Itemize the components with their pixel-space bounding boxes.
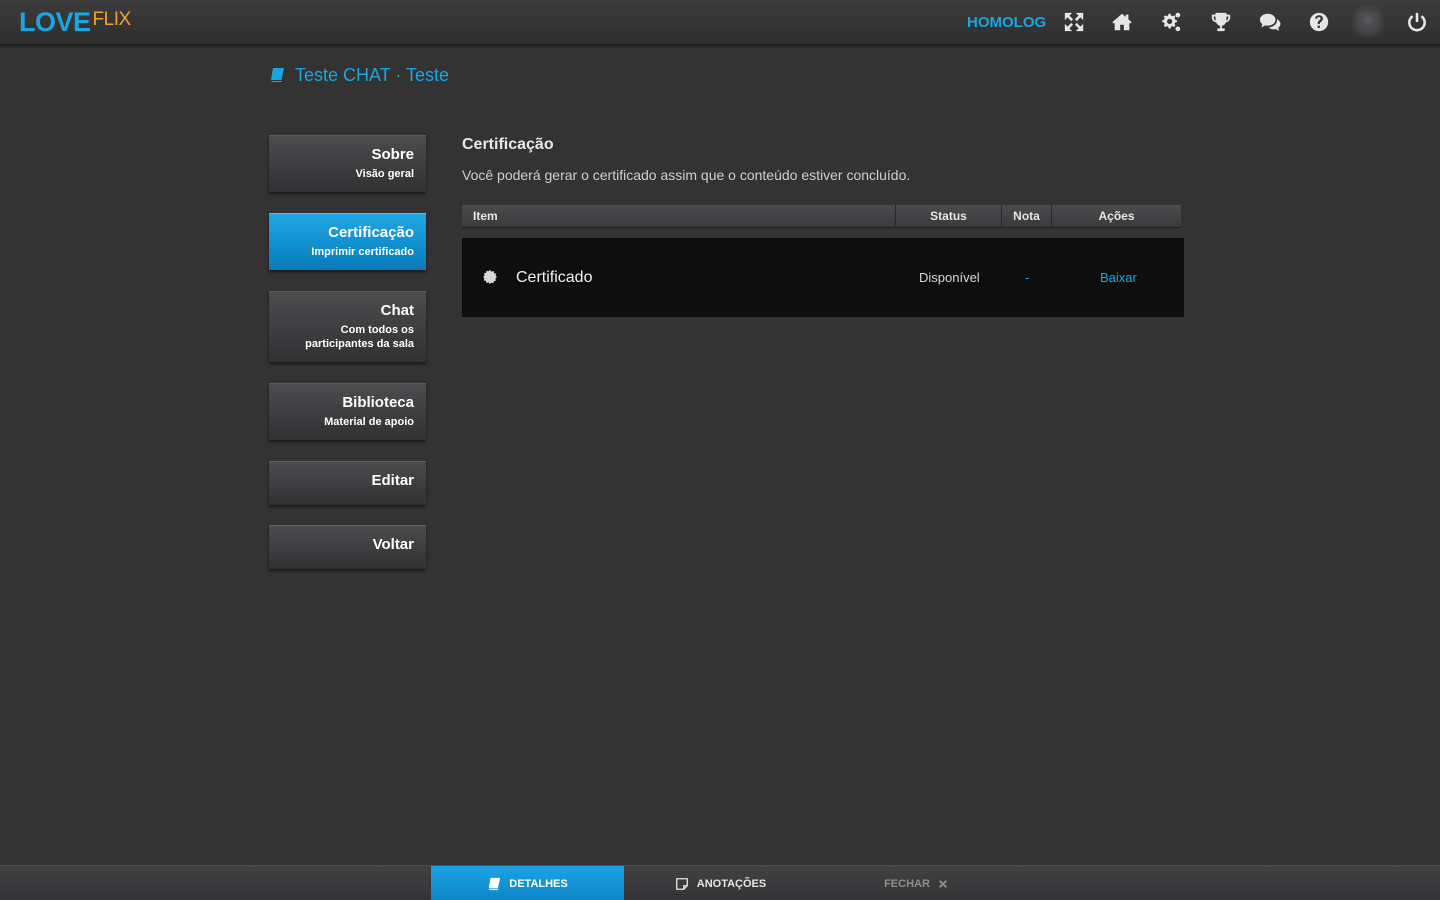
sidebar-item-title: Editar [371, 472, 414, 489]
close-icon [938, 879, 947, 888]
download-link[interactable]: Baixar [1100, 238, 1137, 317]
book-icon [488, 877, 501, 890]
sidebar-item-subtitle: Imprimir certificado [311, 246, 414, 258]
tab-detalhes[interactable]: DETALHES [431, 866, 624, 900]
tab-label: ANOTAÇÕES [696, 877, 767, 890]
app-logo[interactable]: LOVE FLIX [19, 7, 131, 37]
certificate-seal-icon [483, 270, 497, 284]
book-icon [270, 68, 284, 82]
tab-anotacoes[interactable]: ANOTAÇÕES [624, 866, 817, 900]
page-title[interactable]: Teste CHAT · Teste [295, 65, 449, 86]
section-description: Você poderá gerar o certificado assim qu… [462, 167, 911, 183]
column-header-acoes[interactable]: Ações [1051, 205, 1181, 228]
logo-primary: LOVE [19, 7, 91, 37]
sidebar-item-subtitle: Material de apoio [324, 416, 414, 428]
sidebar-item-title: Voltar [372, 536, 414, 553]
fullscreen-icon[interactable] [1062, 10, 1086, 34]
sidebar-item-title: Certificação [328, 224, 414, 241]
breadcrumb: Teste CHAT · Teste [269, 64, 449, 86]
sidebar-item-biblioteca[interactable]: Biblioteca Material de apoio [269, 383, 426, 440]
help-icon[interactable] [1307, 10, 1331, 34]
environment-label: HOMOLOG [967, 14, 1047, 31]
table-header: Item Status Nota Ações [462, 205, 1181, 228]
close-label: FECHAR [884, 877, 930, 890]
chat-icon[interactable] [1258, 10, 1282, 34]
top-bar: LOVE FLIX HOMOLOG [0, 0, 1440, 45]
row-status: Disponível [919, 270, 980, 285]
row-grade: - [1025, 270, 1030, 285]
bottom-bar: DETALHES ANOTAÇÕES FECHAR [0, 865, 1440, 900]
trophy-icon[interactable] [1209, 10, 1233, 34]
note-icon [675, 877, 688, 890]
power-icon[interactable] [1405, 10, 1429, 34]
sidebar-item-sobre[interactable]: Sobre Visão geral [269, 135, 426, 192]
sidebar-item-chat[interactable]: Chat Com todos os participantes da sala [269, 291, 426, 362]
section-title: Certificação [462, 136, 554, 153]
tab-label: DETALHES [509, 877, 568, 890]
sidebar-item-voltar[interactable]: Voltar [269, 525, 426, 569]
row-item-name: Certificado [516, 269, 593, 286]
column-header-item[interactable]: Item [462, 205, 895, 228]
home-icon[interactable] [1110, 10, 1134, 34]
sidebar-item-subtitle: Com todos os participantes da sala [305, 324, 414, 350]
sidebar-item-title: Biblioteca [342, 394, 414, 411]
sidebar-item-subtitle: Visão geral [355, 168, 415, 180]
sidebar-item-title: Sobre [371, 146, 414, 163]
sidebar-item-title: Chat [380, 302, 414, 319]
table-row[interactable]: Certificado Disponível - Baixar [462, 238, 1184, 317]
column-header-status[interactable]: Status [895, 205, 1001, 228]
avatar[interactable] [1350, 4, 1386, 40]
column-header-nota[interactable]: Nota [1001, 205, 1051, 228]
settings-icon[interactable] [1159, 10, 1183, 34]
logo-secondary: FLIX [92, 9, 132, 30]
close-button[interactable]: FECHAR [868, 866, 964, 900]
sidebar-item-certificacao[interactable]: Certificação Imprimir certificado [269, 213, 426, 270]
sidebar-item-editar[interactable]: Editar [269, 461, 426, 505]
